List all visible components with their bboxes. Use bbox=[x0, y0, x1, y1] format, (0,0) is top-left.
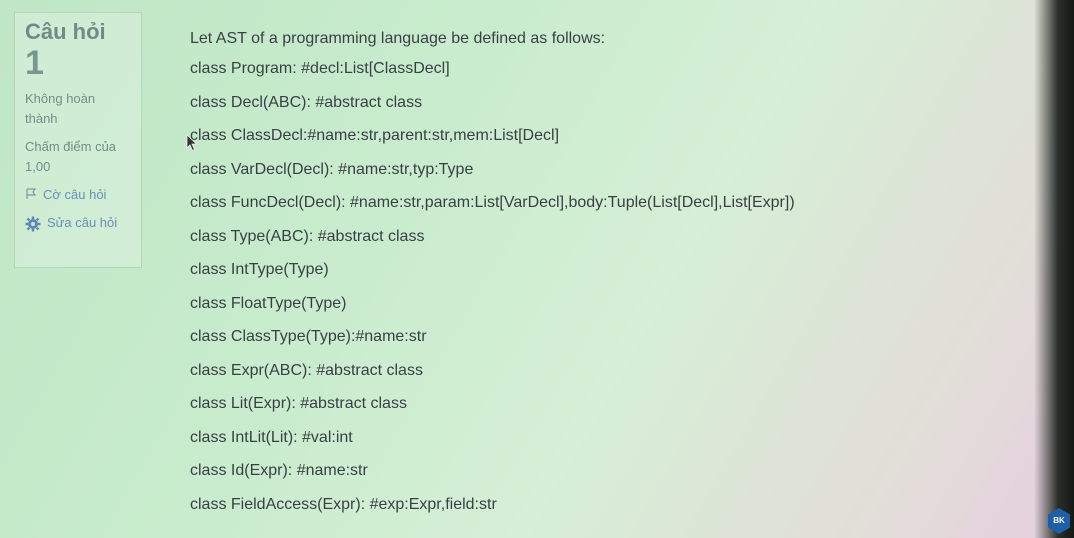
gear-icon bbox=[25, 216, 41, 232]
question-number: 1 bbox=[25, 44, 44, 82]
question-info-panel: Câu hỏi 1 Không hoàn thành Chấm điểm của… bbox=[14, 12, 142, 268]
flag-icon bbox=[26, 188, 37, 199]
ast-line: class Program: #decl:List[ClassDecl] bbox=[190, 60, 450, 77]
ast-line: class VarDecl(Decl): #name:str,typ:Type bbox=[190, 160, 474, 178]
ast-line: class IntType(Type) bbox=[190, 261, 329, 278]
question-title: Câu hỏi bbox=[25, 19, 106, 44]
ast-line: class FloatType(Type) bbox=[190, 294, 347, 312]
ast-line: class FieldAccess(Expr): #exp:Expr,field… bbox=[190, 495, 497, 513]
ast-line: class ClassDecl:#name:str,parent:str,mem… bbox=[190, 127, 560, 144]
ast-line: class FuncDecl(Decl): #name:str,param:Li… bbox=[190, 194, 795, 211]
ast-line: class Type(ABC): #abstract class bbox=[190, 227, 425, 245]
ast-line: class Id(Expr): #name:str bbox=[190, 462, 368, 479]
question-intro: Let AST of a programming language be def… bbox=[190, 30, 606, 47]
question-state: Không hoàn thành bbox=[25, 91, 96, 126]
flag-question-label: Cờ câu hỏi bbox=[43, 187, 107, 202]
ast-line: class Expr(ABC): #abstract class bbox=[190, 361, 423, 379]
ast-line: class IntLit(Lit): #val:int bbox=[190, 428, 353, 446]
screen-edge bbox=[1034, 0, 1074, 538]
flag-question-link[interactable]: Cờ câu hỏi bbox=[25, 185, 131, 205]
mouse-cursor-icon bbox=[186, 134, 198, 152]
question-text: Let AST of a programming language be def… bbox=[190, 28, 1020, 527]
question-mark: Chấm điểm của 1,00 bbox=[25, 139, 117, 174]
edit-question-label: Sửa câu hỏi bbox=[47, 215, 118, 230]
edit-question-link[interactable]: Sửa câu hỏi bbox=[25, 213, 131, 233]
ast-line: class ClassType(Type):#name:str bbox=[190, 328, 427, 345]
ast-line: class Decl(ABC): #abstract class bbox=[190, 93, 423, 111]
ast-line: class Lit(Expr): #abstract class bbox=[190, 395, 407, 412]
